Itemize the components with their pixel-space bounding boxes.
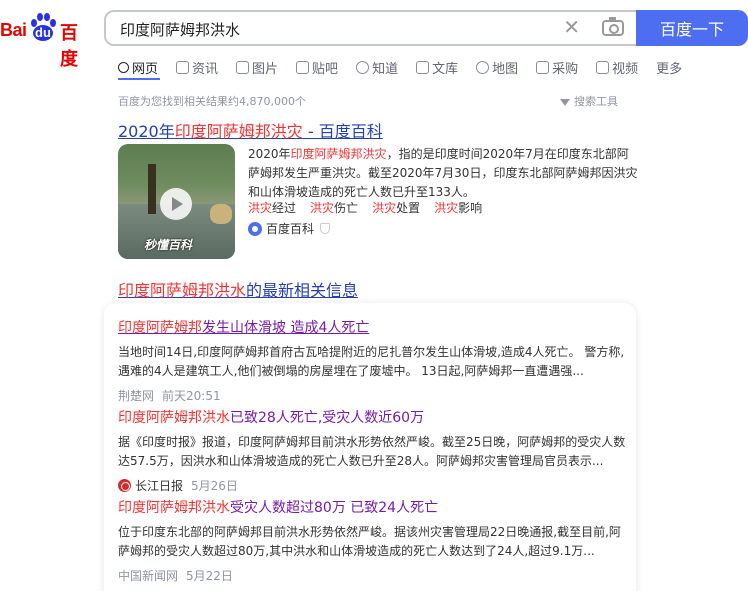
tab-wenku[interactable]: 文库 [416, 56, 458, 78]
thumbnail-bale [210, 204, 232, 224]
search-button[interactable]: 百度一下 [636, 10, 748, 46]
result-title-baike[interactable]: 2020年印度阿萨姆邦洪灾 - 百度百科 [118, 118, 383, 142]
news-desc: 据《印度时报》报道，印度阿萨姆邦目前洪水形势依然严峻。截至25日晚，阿萨姆邦的受… [118, 435, 626, 468]
news-time: 5月26日 [191, 479, 238, 493]
news-desc: 当地时间14日,印度阿萨姆邦首府古瓦哈提附近的尼扎普尔发生山体滑坡,造成4人死亡… [118, 345, 625, 378]
news-time: 前天20:51 [162, 389, 221, 403]
sublink-handling[interactable]: 洪灾处置 [372, 199, 420, 216]
tab-map[interactable]: 地图 [476, 56, 518, 78]
search-input[interactable]: 印度阿萨姆邦洪水 ✕ [104, 10, 638, 46]
tab-news[interactable]: 资讯 [176, 56, 218, 78]
news-item: 印度阿萨姆邦洪水已致28人死亡,受灾人数近60万 据《印度时报》报道，印度阿萨姆… [118, 407, 628, 494]
sublink-impact[interactable]: 洪灾影响 [434, 199, 482, 216]
tab-images[interactable]: 图片 [236, 56, 278, 78]
result-sublinks: 洪灾经过 洪灾伤亡 洪灾处置 洪灾影响 [248, 199, 496, 216]
news-title[interactable]: 印度阿萨姆邦发生山体滑坡 造成4人死亡 [118, 317, 628, 337]
news-title[interactable]: 印度阿萨姆邦洪水受灾人数超过80万 已致24人死亡 [118, 497, 628, 517]
result-count: 百度为您找到相关结果约4,870,000个 [118, 95, 306, 108]
logo-bai-text: Bai [0, 20, 27, 40]
search-tabs: 网页 资讯 图片 贴吧 知道 文库 地图 采购 视频 更多 [118, 56, 700, 78]
news-source[interactable]: 中国新闻网 [118, 567, 178, 584]
news-meta: 荆楚网 前天20:51 [118, 387, 628, 404]
news-meta: 中国新闻网 5月22日 [118, 567, 628, 584]
news-source[interactable]: 荆楚网 [118, 387, 154, 404]
tab-tieba[interactable]: 贴吧 [296, 56, 338, 78]
sublink-process[interactable]: 洪灾经过 [248, 199, 296, 216]
tieba-icon [296, 60, 310, 74]
result-source[interactable]: 百度百科 [248, 220, 331, 237]
logo-du-text: du [35, 25, 51, 40]
news-source[interactable]: 长江日报 [135, 477, 183, 494]
news-item: 印度阿萨姆邦发生山体滑坡 造成4人死亡 当地时间14日,印度阿萨姆邦首府古瓦哈提… [118, 317, 628, 404]
image-icon [236, 60, 250, 74]
shield-icon[interactable] [320, 223, 331, 234]
tab-more[interactable]: 更多 [656, 56, 682, 78]
play-icon[interactable] [160, 188, 192, 220]
thumbnail-watermark: 秒懂百科 [144, 238, 193, 252]
doc-icon [416, 60, 430, 74]
search-tools-button[interactable]: 搜索工具 [560, 93, 618, 109]
tab-web[interactable]: 网页 [118, 56, 158, 78]
clear-icon[interactable]: ✕ [563, 15, 580, 39]
changjiang-logo-icon [118, 479, 131, 492]
search-icon [118, 61, 129, 73]
news-title[interactable]: 印度阿萨姆邦洪水已致28人死亡,受灾人数近60万 [118, 407, 628, 427]
sublink-casualties[interactable]: 洪灾伤亡 [310, 199, 358, 216]
thumbnail-figure [148, 164, 156, 214]
video-icon [596, 60, 610, 74]
tab-zhidao[interactable]: 知道 [356, 56, 398, 78]
cart-icon [536, 60, 550, 74]
search-query[interactable]: 印度阿萨姆邦洪水 [120, 19, 240, 40]
question-icon [356, 60, 370, 74]
news-item: 印度阿萨姆邦洪水受灾人数超过80万 已致24人死亡 位于印度东北部的阿萨姆邦目前… [118, 497, 628, 584]
news-icon [176, 60, 190, 74]
active-tab-indicator [118, 78, 160, 80]
news-desc: 位于印度东北部的阿萨姆邦目前洪水形势依然严峻。据该州灾害管理局22日晚通报,截至… [118, 525, 621, 558]
baike-icon [248, 221, 262, 236]
news-heading[interactable]: 印度阿萨姆邦洪水的最新相关信息 [118, 277, 358, 301]
map-icon [476, 60, 490, 74]
camera-icon[interactable] [602, 17, 624, 36]
news-time: 5月22日 [186, 569, 233, 583]
result-abstract: 2020年印度阿萨姆邦洪灾，指的是印度时间2020年7月在印度东北部阿萨姆邦发生… [248, 147, 638, 199]
video-thumbnail[interactable]: 秒懂百科 [118, 144, 235, 259]
funnel-icon [560, 98, 570, 106]
baidu-logo[interactable]: Bai du 百度 [0, 12, 92, 70]
news-meta: 长江日报 5月26日 [118, 477, 628, 494]
logo-cn-text: 百度 [60, 23, 78, 70]
tab-purchase[interactable]: 采购 [536, 56, 578, 78]
tab-video[interactable]: 视频 [596, 56, 638, 78]
